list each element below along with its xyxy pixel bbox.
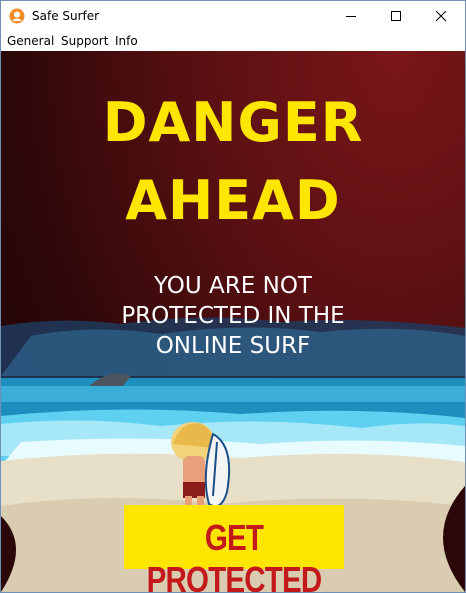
warning-line-2: PROTECTED IN THE: [121, 303, 345, 329]
close-button[interactable]: [419, 1, 464, 31]
menu-general[interactable]: General: [7, 34, 54, 48]
danger-heading: DANGER: [102, 91, 364, 154]
get-protected-button[interactable]: GET PROTECTED: [124, 505, 344, 592]
get-protected-label: GET PROTECTED: [146, 517, 322, 592]
warning-line-3: ONLINE SURF: [155, 333, 311, 359]
menu-bar: General Support Info: [1, 31, 465, 51]
warning-line-1: YOU ARE NOT: [154, 273, 312, 299]
menu-support[interactable]: Support: [61, 34, 108, 48]
menu-info[interactable]: Info: [115, 34, 138, 48]
title-bar[interactable]: Safe Surfer: [1, 1, 465, 31]
close-icon: [436, 11, 447, 22]
minimize-button[interactable]: [329, 1, 374, 31]
hero-panel: DANGER AHEAD YOU ARE NOT PROTECTED IN TH…: [1, 51, 465, 592]
app-window: Safe Surfer General Support Info DANGER …: [0, 0, 466, 593]
maximize-button[interactable]: [374, 1, 419, 31]
window-title: Safe Surfer: [32, 9, 100, 23]
minimize-icon: [346, 16, 356, 17]
ahead-heading: AHEAD: [125, 169, 341, 232]
app-icon: [9, 8, 25, 24]
maximize-icon: [391, 11, 401, 21]
